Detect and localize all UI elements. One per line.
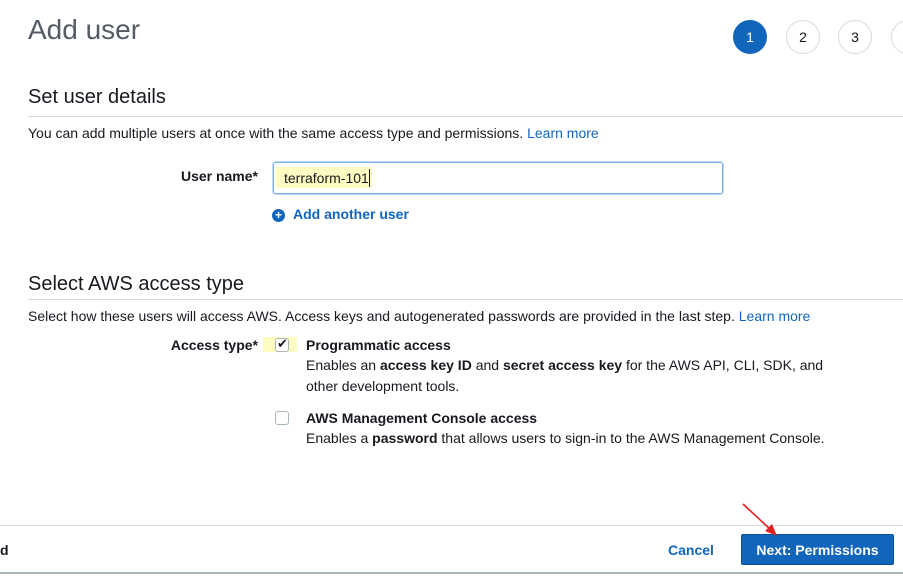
desc-bold: password	[372, 430, 438, 446]
console-access-title: AWS Management Console access	[306, 410, 538, 426]
user-details-heading: Set user details	[28, 86, 166, 108]
section-divider	[28, 299, 903, 300]
access-type-description: Select how these users will access AWS. …	[28, 308, 810, 324]
programmatic-access-description: Enables an access key ID and secret acce…	[306, 355, 846, 397]
section-divider	[28, 116, 903, 117]
desc-text: and	[471, 357, 503, 373]
programmatic-access-checkbox[interactable]: ✔	[275, 336, 289, 352]
add-user-page: Add user 1 2 3 4 Set user details You ca…	[0, 0, 903, 577]
desc-bold: access key ID	[379, 357, 472, 373]
add-another-user-link[interactable]: + Add another user	[272, 206, 409, 222]
desc-text: that allows users to sign-in to the AWS …	[437, 430, 825, 446]
add-another-user-label: Add another user	[293, 206, 409, 222]
step-2[interactable]: 2	[786, 20, 820, 54]
programmatic-access-title: Programmatic access	[306, 337, 451, 353]
access-type-description-text: Select how these users will access AWS. …	[28, 308, 735, 324]
console-access-description: Enables a password that allows users to …	[306, 428, 846, 449]
learn-more-link[interactable]: Learn more	[527, 125, 599, 141]
step-1[interactable]: 1	[733, 20, 767, 54]
learn-more-link[interactable]: Learn more	[739, 308, 811, 324]
step-4[interactable]: 4	[891, 20, 903, 54]
desc-bold: secret access key	[502, 357, 623, 373]
cancel-button[interactable]: Cancel	[668, 542, 714, 558]
step-3[interactable]: 3	[838, 20, 872, 54]
footer-bottom-border	[0, 572, 903, 574]
access-type-label: Access type*	[170, 337, 258, 353]
desc-text: Enables a	[306, 430, 373, 446]
console-access-checkbox[interactable]	[275, 411, 289, 425]
user-details-description: You can add multiple users at once with …	[28, 125, 599, 141]
page-title: Add user	[28, 14, 141, 45]
text-caret	[369, 169, 370, 187]
username-label: User name*	[180, 168, 258, 184]
plus-circle-icon: +	[272, 208, 285, 222]
username-value: terraform-101	[284, 170, 369, 186]
access-type-heading: Select AWS access type	[28, 273, 245, 295]
previous-button[interactable]: d	[0, 542, 9, 558]
red-arrow-icon	[742, 503, 777, 536]
checkmark-icon: ✔	[277, 336, 288, 351]
desc-text: Enables an	[306, 357, 380, 373]
user-details-description-text: You can add multiple users at once with …	[28, 125, 524, 141]
